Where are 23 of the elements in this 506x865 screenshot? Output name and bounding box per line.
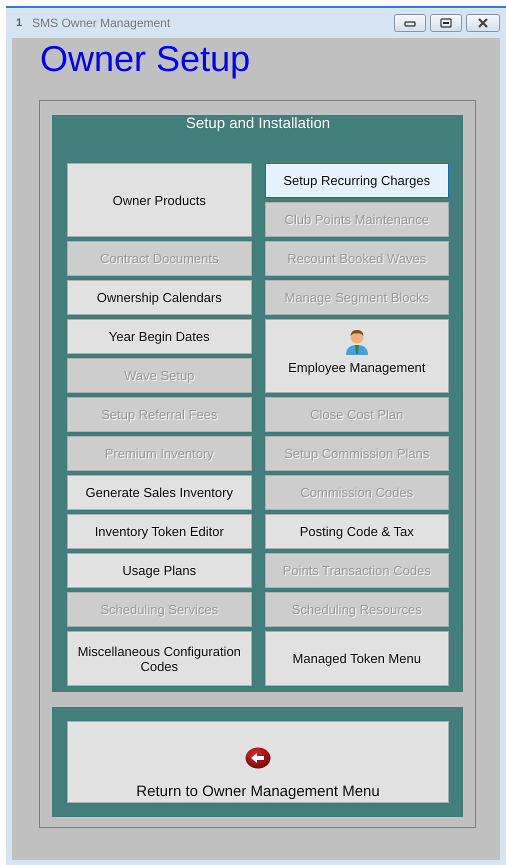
close-button[interactable] <box>466 14 500 32</box>
window-title: SMS Owner Management <box>32 16 170 30</box>
menu-button[interactable]: Setup Recurring Charges <box>264 163 449 198</box>
menu-button[interactable]: Employee Management <box>264 319 449 393</box>
window-number: 1 <box>16 17 22 29</box>
menu-button[interactable]: Generate Sales Inventory <box>67 475 252 510</box>
menu-button[interactable]: Year Begin Dates <box>67 319 252 354</box>
menu-button[interactable]: Managed Token Menu <box>264 631 449 686</box>
menu-button[interactable]: Usage Plans <box>67 553 252 588</box>
menu-button[interactable]: Owner Products <box>67 163 252 237</box>
menu-button[interactable]: Miscellaneous Configuration Codes <box>67 631 252 686</box>
menu-button[interactable]: Posting Code & Tax <box>264 514 449 549</box>
maximize-icon <box>440 18 452 28</box>
maximize-button[interactable] <box>430 14 462 32</box>
close-icon <box>476 18 490 28</box>
menu-button[interactable]: Ownership Calendars <box>67 280 252 315</box>
panel-title: Setup and Installation <box>184 115 332 134</box>
page-heading: Owner Setup <box>39 38 252 81</box>
menu-button[interactable]: Inventory Token Editor <box>67 514 252 549</box>
person-icon <box>344 328 370 356</box>
return-button[interactable]: Return to Owner Management Menu <box>67 721 449 803</box>
minimize-icon <box>404 19 416 27</box>
minimize-button[interactable] <box>394 14 426 32</box>
